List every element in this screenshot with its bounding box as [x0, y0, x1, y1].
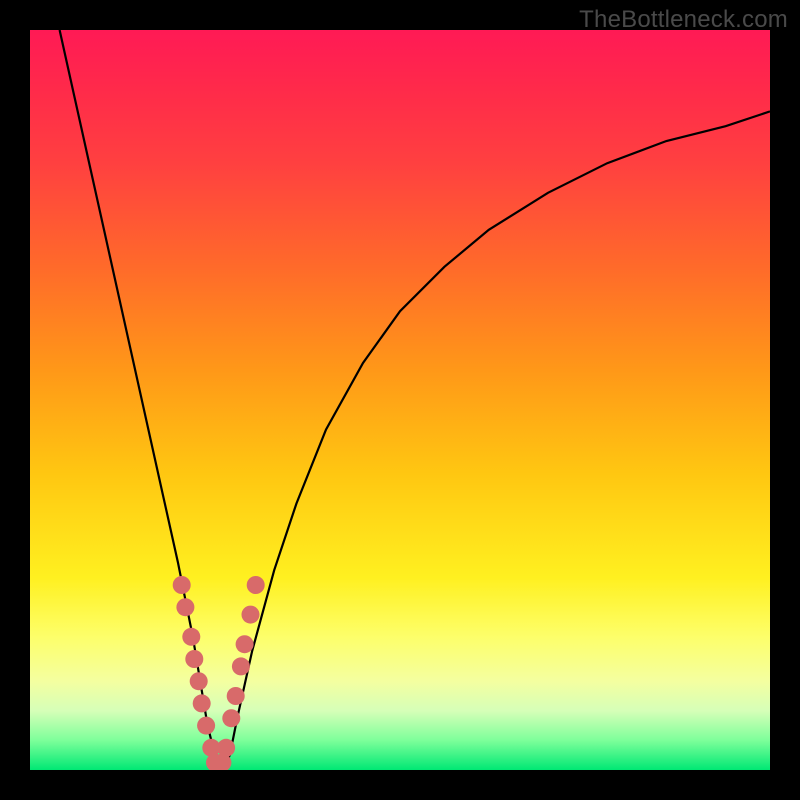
curve-marker	[213, 754, 231, 770]
curve-marker	[222, 709, 240, 727]
curve-marker	[236, 635, 254, 653]
curve-markers	[173, 576, 265, 770]
curve-marker	[193, 694, 211, 712]
curve-marker	[227, 687, 245, 705]
curve-marker	[190, 672, 208, 690]
chart-frame: TheBottleneck.com	[0, 0, 800, 800]
bottleneck-curve-svg	[30, 30, 770, 770]
curve-marker	[217, 739, 235, 757]
curve-marker	[202, 739, 220, 757]
curve-marker	[185, 650, 203, 668]
curve-marker	[242, 606, 260, 624]
bottleneck-curve-path	[60, 30, 770, 770]
curve-marker	[210, 757, 228, 770]
curve-marker	[182, 628, 200, 646]
curve-marker	[232, 657, 250, 675]
curve-marker	[176, 598, 194, 616]
curve-marker	[197, 717, 215, 735]
plot-area	[30, 30, 770, 770]
curve-marker	[173, 576, 191, 594]
curve-marker	[206, 754, 224, 770]
curve-marker	[247, 576, 265, 594]
